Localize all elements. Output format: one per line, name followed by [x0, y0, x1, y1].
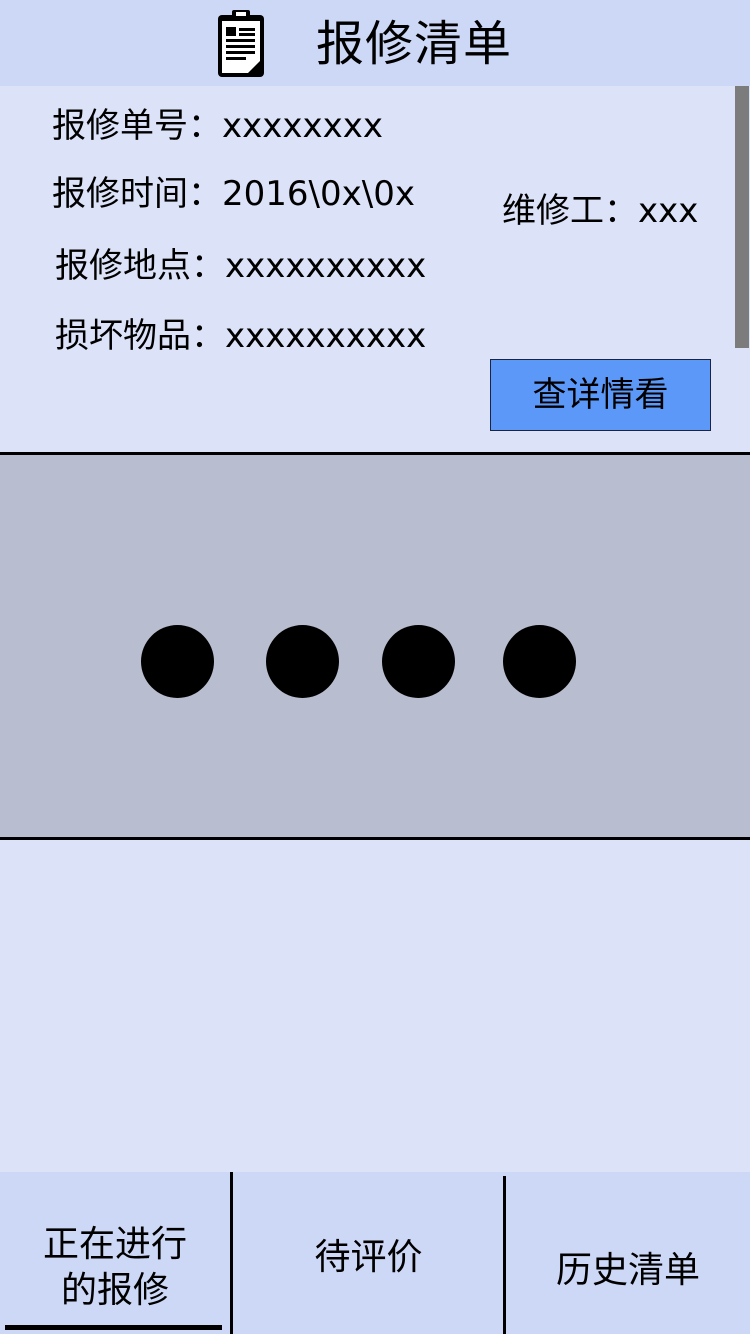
- repair-location: 报修地点：xxxxxxxxxx: [55, 246, 427, 286]
- clipboard-icon: [218, 10, 264, 77]
- loading-dot: [503, 625, 576, 698]
- tab-history[interactable]: 历史清单: [506, 1172, 750, 1334]
- tab-pending-review[interactable]: 待评价: [233, 1172, 504, 1334]
- tab-label-line1: 正在进行: [42, 1224, 187, 1265]
- loading-panel: [0, 452, 750, 840]
- header-bar: 报修清单: [0, 0, 750, 86]
- technician: 维修工：xxx: [502, 191, 699, 231]
- tab-label: 待评价: [314, 1237, 423, 1278]
- tab-in-progress[interactable]: 正在进行 的报修: [0, 1172, 230, 1334]
- order-number: 报修单号：xxxxxxxx: [52, 106, 383, 146]
- tab-divider: [230, 1172, 233, 1334]
- loading-dot: [141, 625, 214, 698]
- loading-dot: [266, 625, 339, 698]
- page-title: 报修清单: [316, 16, 513, 72]
- tab-label-line2: 的报修: [60, 1270, 169, 1311]
- scrollbar[interactable]: [735, 86, 749, 348]
- tab-divider: [503, 1176, 506, 1334]
- bottom-tab-bar: 正在进行 的报修 待评价 历史清单: [0, 1172, 750, 1334]
- view-details-button[interactable]: 查详情看: [490, 359, 711, 431]
- repair-time: 报修时间：2016\0x\0x: [52, 174, 415, 214]
- loading-dot: [382, 625, 455, 698]
- damaged-item: 损坏物品：xxxxxxxxxx: [55, 316, 427, 356]
- active-tab-indicator: [5, 1325, 222, 1330]
- tab-label: 历史清单: [555, 1250, 700, 1291]
